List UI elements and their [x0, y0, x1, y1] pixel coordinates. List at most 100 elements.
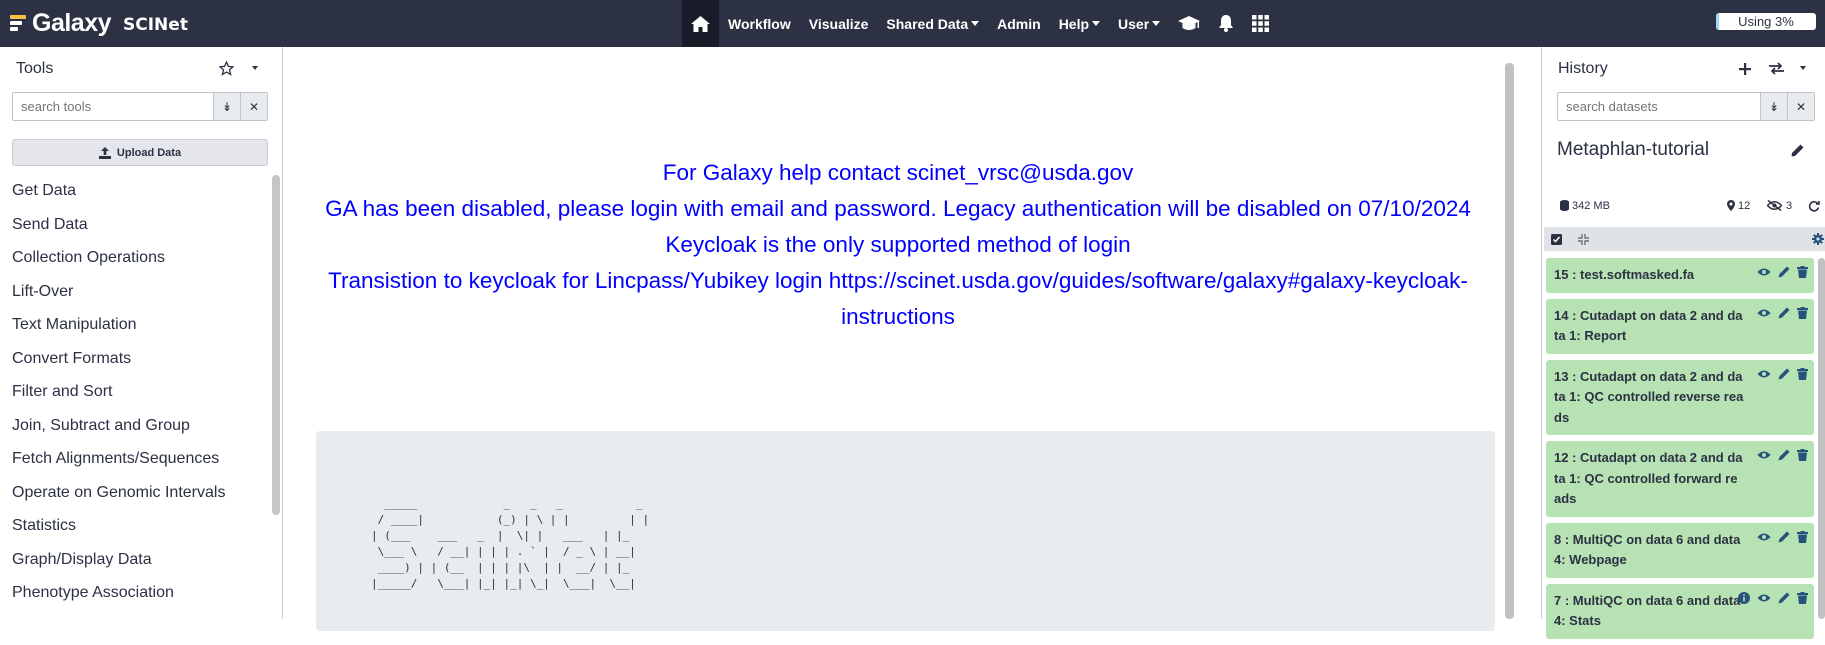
plus-icon[interactable] — [1739, 63, 1751, 75]
history-options-caret-icon[interactable] — [1800, 66, 1806, 70]
notifications-button[interactable] — [1209, 0, 1243, 47]
trash-icon[interactable] — [1797, 591, 1808, 604]
tool-section[interactable]: Join, Subtract and Group — [0, 409, 270, 443]
tool-section[interactable]: Statistics — [0, 509, 270, 543]
dataset-actions — [1757, 530, 1808, 543]
refresh-icon[interactable] — [1808, 200, 1820, 212]
trash-icon[interactable] — [1797, 266, 1808, 278]
clear-search-button[interactable]: ✕ — [240, 93, 267, 120]
tool-search-input[interactable] — [13, 93, 213, 120]
tool-section[interactable]: Get Data — [0, 174, 270, 208]
collapse-expanded-icon[interactable] — [1578, 234, 1589, 245]
eye-icon[interactable] — [1757, 368, 1771, 380]
galaxy-logo-icon — [10, 15, 26, 31]
upload-data-label: Upload Data — [116, 146, 182, 159]
eye-icon[interactable] — [1757, 531, 1771, 543]
trash-icon[interactable] — [1797, 530, 1808, 543]
nav-visualize[interactable]: Visualize — [800, 0, 878, 47]
tool-panel-menu-caret-icon[interactable] — [252, 66, 258, 70]
graduation-cap-icon — [1178, 15, 1201, 30]
shown-count[interactable]: 12 — [1738, 200, 1750, 212]
dataset-item[interactable]: 12 : Cutadapt on data 2 and data 1: QC c… — [1546, 441, 1814, 517]
brand-link[interactable]: Galaxy SCINet — [10, 6, 188, 40]
dataset-item[interactable]: 14 : Cutadapt on data 2 and data 1: Repo… — [1546, 298, 1814, 354]
pencil-icon[interactable] — [1778, 531, 1790, 543]
dataset-item[interactable]: 13 : Cutadapt on data 2 and data 1: QC c… — [1546, 359, 1814, 435]
history-advanced-search-toggle[interactable]: ↡ — [1760, 93, 1787, 120]
tool-section[interactable]: Fetch Alignments/Sequences — [0, 442, 270, 476]
map-marker-icon — [1727, 200, 1735, 211]
history-panel: History ↡ ✕ Metaphlan-tutorial 342 MB 12… — [1541, 47, 1825, 639]
pencil-icon[interactable] — [1778, 368, 1790, 380]
dataset-title[interactable]: 15 : test.softmasked.fa — [1554, 265, 1744, 286]
hidden-count[interactable]: 3 — [1786, 200, 1792, 212]
dataset-item[interactable]: 7 : MultiQC on data 6 and data 4: Stats — [1546, 583, 1814, 639]
pencil-icon[interactable] — [1778, 592, 1790, 604]
history-search-input[interactable] — [1558, 93, 1760, 120]
tool-section[interactable]: Lift-Over — [0, 275, 270, 309]
history-clear-search-button[interactable]: ✕ — [1787, 93, 1814, 120]
eye-icon[interactable] — [1757, 266, 1771, 278]
quota-meter[interactable]: Using 3% — [1716, 13, 1816, 30]
motd-line: For Galaxy help contact scinet_vrsc@usda… — [662, 160, 1134, 185]
quota-text: Using 3% — [1738, 14, 1794, 29]
tool-section[interactable]: Convert Formats — [0, 342, 270, 376]
switch-history-icon[interactable] — [1769, 62, 1784, 75]
nav-help[interactable]: Help — [1050, 0, 1109, 47]
pencil-icon[interactable] — [1778, 266, 1790, 278]
dataset-title[interactable]: 14 : Cutadapt on data 2 and data 1: Repo… — [1554, 306, 1744, 347]
history-selection-toolbar — [1544, 227, 1825, 251]
pencil-icon[interactable] — [1778, 307, 1790, 319]
dataset-item[interactable]: 15 : test.softmasked.fa — [1546, 258, 1814, 293]
gear-icon[interactable] — [1812, 233, 1824, 245]
tool-section[interactable]: Send Data — [0, 208, 270, 242]
nav-workflow[interactable]: Workflow — [719, 0, 800, 47]
caret-down-icon — [971, 21, 980, 26]
tool-section[interactable]: Text Manipulation — [0, 308, 270, 342]
welcome-box: _____ _ _ _ _ / ____| (_) | \ | | | | | … — [316, 431, 1495, 631]
home-button[interactable] — [682, 0, 719, 47]
tool-section[interactable]: Graph/Display Data — [0, 543, 270, 577]
pencil-icon[interactable] — [1791, 144, 1804, 157]
select-all-checkbox-icon[interactable] — [1551, 234, 1562, 245]
nav-shared-data[interactable]: Shared Data — [877, 0, 988, 47]
dataset-title[interactable]: 13 : Cutadapt on data 2 and data 1: QC c… — [1554, 367, 1744, 429]
tool-section[interactable]: Phenotype Association — [0, 576, 270, 610]
tool-section[interactable]: Filter and Sort — [0, 375, 270, 409]
history-scrollbar[interactable] — [1818, 258, 1825, 619]
upload-icon — [98, 146, 111, 159]
trash-icon[interactable] — [1797, 449, 1808, 461]
eye-icon[interactable] — [1757, 307, 1771, 319]
dataset-title[interactable]: 7 : MultiQC on data 6 and data 4: Stats — [1554, 591, 1744, 632]
tool-section[interactable]: Operate on Genomic Intervals — [0, 476, 270, 510]
tours-button[interactable] — [1169, 0, 1209, 47]
dataset-title[interactable]: 12 : Cutadapt on data 2 and data 1: QC c… — [1554, 448, 1744, 510]
close-icon: ✕ — [248, 99, 260, 114]
center-scrollbar[interactable] — [1505, 63, 1514, 619]
trash-icon[interactable] — [1797, 306, 1808, 319]
dataset-actions — [1757, 266, 1808, 278]
nav-admin[interactable]: Admin — [988, 0, 1050, 47]
history-size[interactable]: 342 MB — [1572, 200, 1610, 212]
tool-panel-scrollbar[interactable] — [272, 175, 280, 515]
eye-icon[interactable] — [1757, 449, 1771, 461]
pencil-icon[interactable] — [1778, 449, 1790, 461]
dataset-item[interactable]: 8 : MultiQC on data 6 and data 4: Webpag… — [1546, 522, 1814, 578]
caret-down-icon — [1092, 21, 1101, 26]
trash-icon[interactable] — [1797, 367, 1808, 380]
star-icon[interactable] — [219, 61, 234, 76]
history-name[interactable]: Metaphlan-tutorial — [1557, 139, 1709, 161]
tool-section[interactable]: Collection Operations — [0, 241, 270, 275]
info-icon[interactable] — [1738, 591, 1750, 604]
nav-user[interactable]: User — [1109, 0, 1169, 47]
upload-data-button[interactable]: Upload Data — [12, 139, 268, 166]
advanced-search-toggle[interactable]: ↡ — [213, 93, 240, 120]
tool-panel-title: Tools — [16, 60, 54, 77]
dataset-title[interactable]: 8 : MultiQC on data 6 and data 4: Webpag… — [1554, 530, 1744, 571]
history-panel-title: History — [1558, 60, 1608, 77]
dataset-actions — [1757, 306, 1808, 319]
eye-icon[interactable] — [1757, 592, 1771, 604]
apps-button[interactable] — [1243, 0, 1278, 47]
history-search-box: ↡ ✕ — [1557, 92, 1815, 121]
dataset-actions — [1757, 367, 1808, 380]
